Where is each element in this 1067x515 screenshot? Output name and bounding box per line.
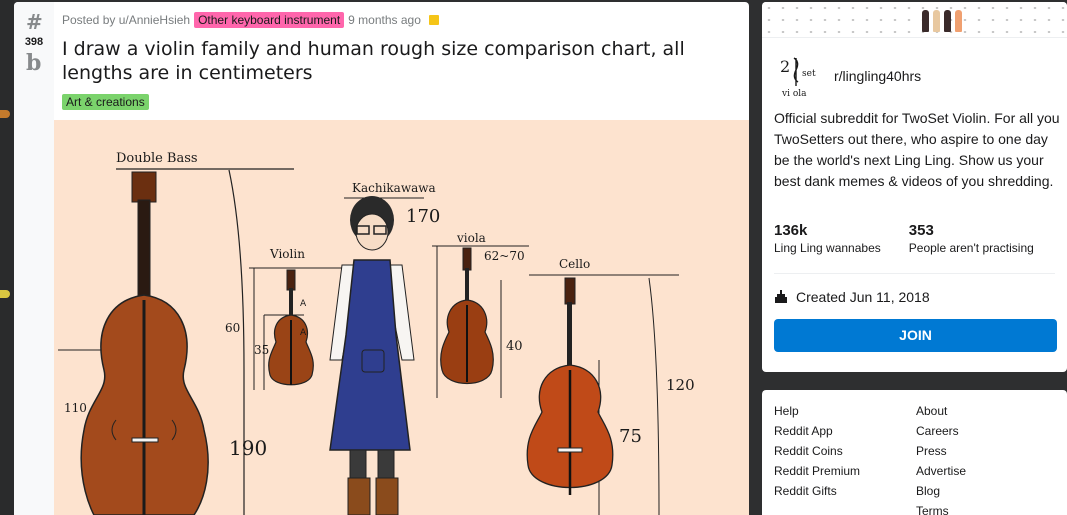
- footer-links: Help Reddit App Reddit Coins Reddit Prem…: [762, 390, 1067, 515]
- members-stat: 136k Ling Ling wannabes: [774, 222, 881, 255]
- footer-links-col-2: About Careers Press Advertise Blog Terms: [916, 404, 966, 515]
- logo-viola: vi ola: [781, 89, 807, 99]
- community-banner: [762, 2, 1067, 38]
- downvote-icon[interactable]: b: [26, 50, 41, 76]
- footer-link-advertise[interactable]: Advertise: [916, 464, 966, 479]
- footer-link-reddit-premium[interactable]: Reddit Premium: [774, 464, 860, 479]
- members-count: 136k: [774, 222, 808, 239]
- post-meta: Posted by u/AnnieHsieh Other keyboard in…: [62, 12, 439, 28]
- person-drawing: [329, 196, 424, 515]
- community-sidebar: 2 set vi ola r/lingling40hrs Official su…: [762, 2, 1067, 372]
- mark-a1-label: A: [300, 299, 307, 309]
- rail-marker-icon: [0, 110, 10, 118]
- mark-a2-label: A: [300, 328, 307, 338]
- join-button[interactable]: JOIN: [774, 319, 1057, 352]
- footer-link-reddit-gifts[interactable]: Reddit Gifts: [774, 484, 860, 499]
- dim-110-label: 110: [64, 401, 87, 415]
- sidebar-divider: [774, 273, 1055, 274]
- person-label: Kachikawawa: [352, 181, 436, 195]
- size-comparison-drawing: Double Bass 110 190 Violin 60 35 A A Kac…: [58, 151, 695, 515]
- footer-link-press[interactable]: Press: [916, 444, 966, 459]
- dim-40-label: 40: [506, 339, 523, 354]
- post-tag[interactable]: Art & creations: [62, 94, 149, 110]
- footer-link-help[interactable]: Help: [774, 404, 860, 419]
- person-height-label: 170: [406, 206, 440, 227]
- footer-link-reddit-app[interactable]: Reddit App: [774, 424, 860, 439]
- footer-links-col-1: Help Reddit App Reddit Coins Reddit Prem…: [774, 404, 860, 499]
- community-stats: 136k Ling Ling wannabes 353 People aren'…: [774, 222, 1034, 255]
- cello-label: Cello: [559, 257, 590, 271]
- created-date: Created Jun 11, 2018: [774, 289, 930, 305]
- rail-marker-icon: [0, 290, 10, 298]
- footer-link-terms[interactable]: Terms: [916, 504, 966, 515]
- left-rail: [0, 0, 14, 515]
- post-time[interactable]: 9 months ago: [348, 13, 421, 27]
- dim-60-label: 60: [225, 321, 240, 335]
- dim-190-label: 190: [229, 436, 267, 460]
- online-label: People aren't practising: [908, 241, 1034, 255]
- dim-35-label: 35: [254, 343, 269, 357]
- community-header: 2 set vi ola r/lingling40hrs: [776, 52, 921, 100]
- post-flair[interactable]: Other keyboard instrument: [194, 12, 345, 28]
- post-image[interactable]: Double Bass 110 190 Violin 60 35 A A Kac…: [54, 120, 749, 515]
- vote-column: # 398 b: [14, 2, 54, 515]
- viola-drawing: [432, 245, 529, 398]
- post-card: # 398 b Posted by u/AnnieHsieh Other key…: [14, 2, 749, 515]
- viola-size-label: 62~70: [484, 249, 525, 263]
- double-bass-label: Double Bass: [116, 151, 198, 166]
- cello-drawing: [526, 274, 679, 515]
- viola-label: viola: [456, 231, 486, 245]
- created-text: Created Jun 11, 2018: [796, 289, 930, 305]
- footer-link-reddit-coins[interactable]: Reddit Coins: [774, 444, 860, 459]
- footer-link-careers[interactable]: Careers: [916, 424, 966, 439]
- upvote-icon[interactable]: #: [26, 10, 43, 34]
- vote-count: 398: [24, 36, 44, 48]
- post-title[interactable]: I draw a violin family and human rough s…: [62, 37, 742, 85]
- twoset-logo-icon: 2 set vi ola: [780, 57, 816, 99]
- community-name[interactable]: r/lingling40hrs: [834, 68, 921, 84]
- community-description: Official subreddit for TwoSet Violin. Fo…: [774, 110, 1060, 189]
- footer-link-blog[interactable]: Blog: [916, 484, 966, 499]
- footer-link-about[interactable]: About: [916, 404, 966, 419]
- banner-figures-icon: [922, 10, 962, 32]
- violin-label: Violin: [269, 247, 305, 261]
- online-stat: 353 People aren't practising: [909, 222, 1034, 255]
- violin-drawing: [249, 267, 344, 390]
- dim-75-label: 75: [619, 426, 642, 447]
- cake-icon: [775, 290, 787, 303]
- logo-two: 2: [780, 57, 790, 76]
- online-count: 353: [908, 222, 934, 239]
- award-icon: [428, 15, 439, 25]
- community-logo[interactable]: 2 set vi ola: [776, 52, 824, 100]
- double-bass-drawing: [58, 168, 294, 515]
- members-label: Ling Ling wannabes: [774, 241, 881, 255]
- posted-by[interactable]: Posted by u/AnnieHsieh: [62, 13, 190, 27]
- logo-set: set: [802, 69, 816, 79]
- dim-120-label: 120: [666, 376, 695, 394]
